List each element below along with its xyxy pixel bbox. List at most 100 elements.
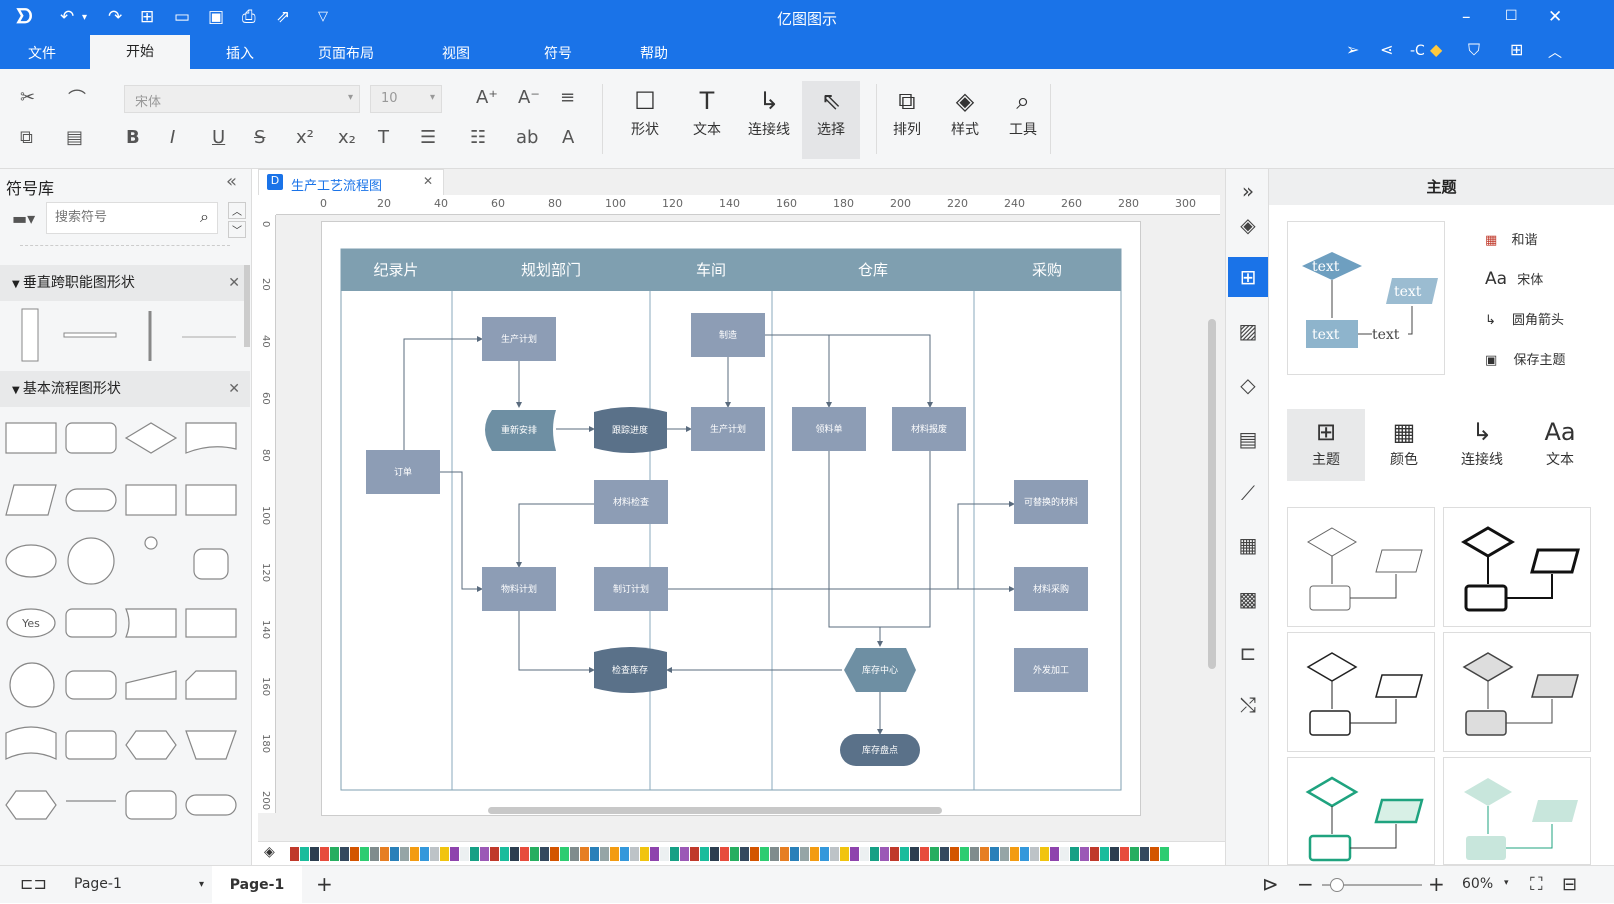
color-swatch[interactable] [520, 847, 529, 861]
shuffle-icon[interactable]: ⤭ [1228, 685, 1268, 725]
scroll-up-icon[interactable]: ︿ [228, 202, 246, 219]
color-swatch[interactable] [1050, 847, 1059, 861]
connector-button[interactable]: ↳ 连接线 [740, 85, 798, 139]
color-swatch[interactable] [660, 847, 669, 861]
tools-button[interactable]: ⌕ 工具 [994, 85, 1052, 139]
color-swatch[interactable] [670, 847, 679, 861]
theme-card[interactable] [1287, 507, 1435, 627]
color-swatch[interactable] [750, 847, 759, 861]
color-swatch[interactable] [500, 847, 509, 861]
cut-icon[interactable]: ✂ [20, 87, 35, 108]
search-icon[interactable]: ⌕ [200, 207, 209, 227]
search-input[interactable] [47, 203, 177, 231]
color-swatch[interactable] [490, 847, 499, 861]
underline-icon[interactable]: U [212, 127, 225, 148]
subscript-icon[interactable]: x₂ [338, 127, 356, 148]
process-shape[interactable] [5, 422, 57, 454]
color-swatch[interactable] [590, 847, 599, 861]
theme-option-save[interactable]: ▣ 保存主题 [1485, 349, 1565, 368]
color-swatch[interactable] [740, 847, 749, 861]
page-icon[interactable]: ▤ [1228, 419, 1268, 459]
color-swatch[interactable] [880, 847, 889, 861]
color-swatch[interactable] [420, 847, 429, 861]
color-swatch[interactable] [830, 847, 839, 861]
color-swatch[interactable] [360, 847, 369, 861]
color-swatch[interactable] [690, 847, 699, 861]
color-swatch[interactable] [1140, 847, 1149, 861]
color-swatch[interactable] [1130, 847, 1139, 861]
color-swatch[interactable] [540, 847, 549, 861]
horizontal-separator-shape[interactable] [63, 332, 117, 338]
close-category-icon[interactable]: ✕ [228, 371, 240, 407]
italic-icon[interactable]: I [170, 127, 175, 148]
delay-shape[interactable] [65, 730, 117, 760]
theme-card[interactable] [1443, 757, 1591, 865]
font-family-select[interactable]: 宋体 ▾ [124, 85, 360, 113]
color-swatch[interactable] [1030, 847, 1039, 861]
color-swatch[interactable] [890, 847, 899, 861]
decision-shape[interactable] [124, 422, 178, 454]
color-swatch[interactable] [1120, 847, 1129, 861]
theme-grid-icon[interactable]: ⊞ [1228, 257, 1268, 297]
menu-file[interactable]: 文件 [28, 43, 56, 63]
capsule-shape[interactable] [185, 794, 237, 816]
fullscreen-icon[interactable]: ⛶ [1530, 874, 1543, 895]
vip-diamond-icon[interactable]: ◆ [1430, 40, 1442, 59]
color-swatch[interactable] [300, 847, 309, 861]
table-icon[interactable]: ▦ [1228, 525, 1268, 565]
select-button[interactable]: ⇖ 选择 [802, 81, 860, 159]
card-shape[interactable] [185, 670, 237, 700]
bullets-icon[interactable]: ☷ [470, 127, 486, 148]
color-swatch[interactable] [570, 847, 579, 861]
manual-input-shape[interactable] [125, 670, 177, 700]
menu-home[interactable]: 开始 [90, 35, 190, 69]
fit-width-icon[interactable]: ⊟ [1562, 874, 1577, 895]
sequential-data-shape[interactable] [9, 662, 55, 708]
color-swatch[interactable] [960, 847, 969, 861]
theme-option-arrow[interactable]: ↳ 圆角箭头 [1485, 309, 1564, 328]
color-swatch[interactable] [940, 847, 949, 861]
apps-grid-icon[interactable]: ⊞ [1510, 40, 1523, 59]
color-swatch[interactable] [1060, 847, 1069, 861]
color-swatch[interactable] [560, 847, 569, 861]
color-swatch[interactable] [610, 847, 619, 861]
color-swatch[interactable] [930, 847, 939, 861]
theme-card[interactable] [1443, 632, 1591, 752]
color-swatch[interactable] [990, 847, 999, 861]
color-swatch[interactable] [840, 847, 849, 861]
font-shrink-icon[interactable]: A⁻ [518, 87, 540, 108]
color-swatch[interactable] [950, 847, 959, 861]
manual-operation-shape[interactable] [185, 730, 237, 760]
color-swatch[interactable] [970, 847, 979, 861]
color-swatch[interactable] [620, 847, 629, 861]
vertical-scrollbar[interactable] [1208, 319, 1216, 669]
format-painter-icon[interactable]: ⌒ [68, 85, 86, 111]
color-swatch[interactable] [1160, 847, 1169, 861]
color-swatch[interactable] [760, 847, 769, 861]
text-case-icon[interactable]: ab [516, 127, 538, 148]
document-shape[interactable] [185, 422, 237, 454]
menu-symbols[interactable]: 符号 [544, 43, 572, 63]
color-swatch[interactable] [850, 847, 859, 861]
fill-icon[interactable]: ◈ [1228, 205, 1268, 245]
table-shape[interactable] [185, 608, 237, 638]
color-swatch[interactable] [1110, 847, 1119, 861]
flowchart-diagram[interactable]: 纪录片 规划部门 车间 仓库 采购 订单 生产计划 重新安排 跟踪进度 制造 生… [322, 222, 1142, 817]
color-swatch[interactable] [440, 847, 449, 861]
canvas-page[interactable]: 纪录片 规划部门 车间 仓库 采购 订单 生产计划 重新安排 跟踪进度 制造 生… [321, 221, 1141, 816]
left-scrollbar[interactable] [244, 265, 250, 347]
color-swatch[interactable] [320, 847, 329, 861]
shape-button[interactable]: ☐ 形状 [616, 85, 674, 139]
color-swatch[interactable] [1090, 847, 1099, 861]
line-spacing-icon[interactable]: ☰ [420, 127, 436, 148]
color-swatch[interactable] [680, 847, 689, 861]
color-swatch[interactable] [600, 847, 609, 861]
minimize-icon[interactable]: – [1462, 7, 1471, 27]
theme-preview[interactable]: text text text text [1287, 221, 1445, 375]
chart-icon[interactable]: ⟋ [1228, 473, 1268, 513]
library-menu-icon[interactable]: ▬▾ [12, 209, 35, 228]
user-shape[interactable] [193, 548, 229, 580]
color-swatch[interactable] [480, 847, 489, 861]
color-swatch[interactable] [820, 847, 829, 861]
theme-option-font[interactable]: Aa 宋体 [1485, 269, 1543, 289]
